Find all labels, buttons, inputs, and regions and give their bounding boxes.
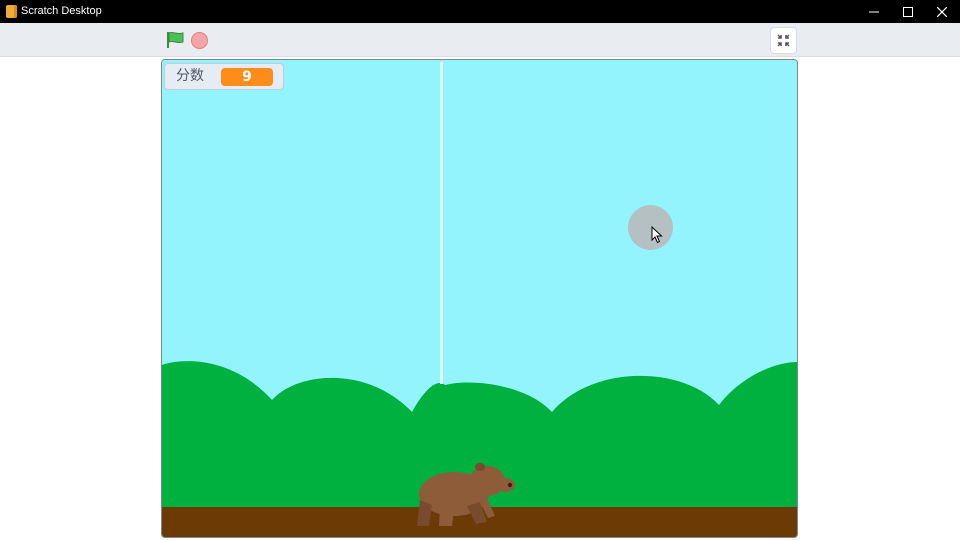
mouse-pointer-icon bbox=[651, 226, 663, 244]
light-beam bbox=[440, 62, 443, 384]
score-label: 分数 bbox=[176, 68, 204, 84]
stage-toolbar bbox=[0, 23, 960, 57]
stop-icon[interactable] bbox=[191, 32, 208, 49]
close-icon bbox=[937, 6, 947, 17]
minimize-icon bbox=[869, 11, 879, 12]
green-flag-icon[interactable] bbox=[165, 31, 185, 49]
scratch-app-icon bbox=[6, 5, 17, 18]
score-value: 9 bbox=[221, 68, 273, 86]
minimize-button[interactable] bbox=[857, 0, 891, 23]
stage[interactable]: 分数 9 bbox=[161, 59, 798, 538]
exit-fullscreen-button[interactable] bbox=[770, 27, 797, 54]
score-monitor[interactable]: 分数 9 bbox=[164, 63, 284, 90]
close-button[interactable] bbox=[925, 0, 959, 23]
maximize-button[interactable] bbox=[891, 0, 925, 23]
maximize-icon bbox=[903, 6, 913, 17]
title-bar: Scratch Desktop bbox=[0, 0, 960, 23]
stage-backdrop bbox=[162, 60, 797, 537]
window-title: Scratch Desktop bbox=[21, 5, 102, 17]
exit-fullscreen-icon bbox=[777, 34, 790, 47]
